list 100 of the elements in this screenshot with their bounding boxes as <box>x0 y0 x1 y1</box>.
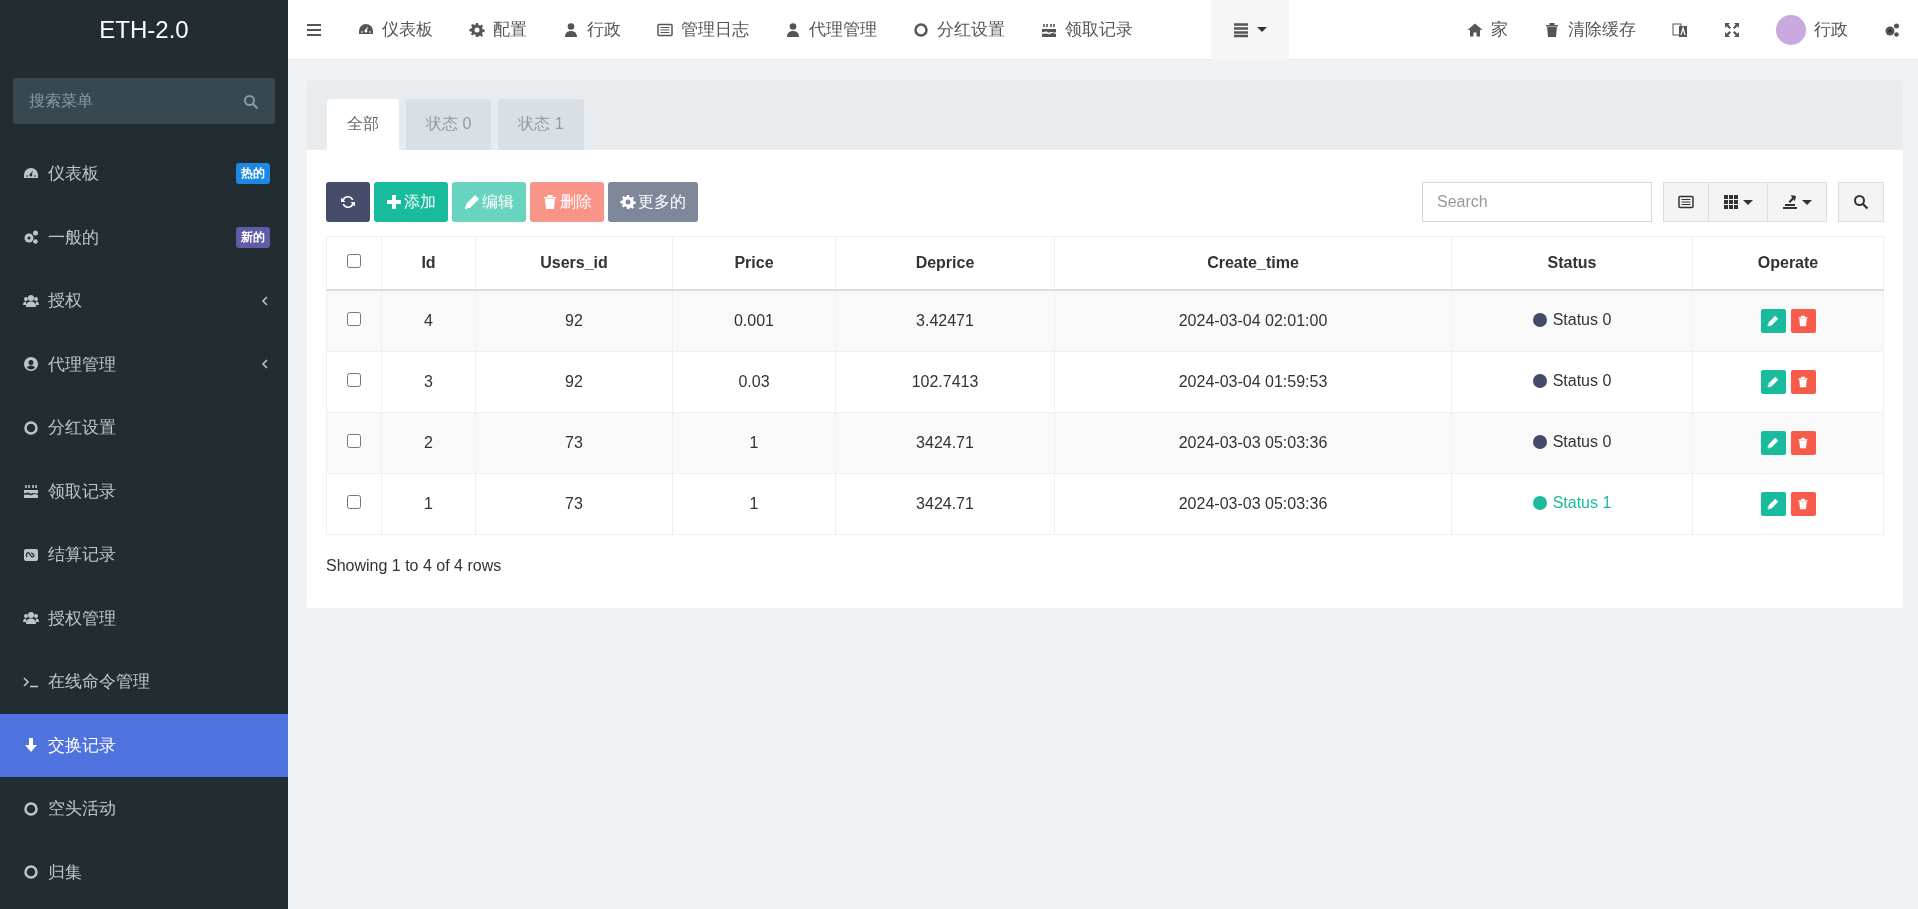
trash-icon <box>1797 315 1809 327</box>
select-all-checkbox[interactable] <box>347 254 361 268</box>
status-label: Status 1 <box>1552 494 1612 512</box>
more-button[interactable]: 更多的 <box>608 182 698 222</box>
cake-icon <box>23 483 39 500</box>
menu-search-field[interactable]: 搜索菜单 <box>13 78 275 124</box>
table-cell: 1 <box>672 412 836 474</box>
trash-icon <box>1797 498 1809 510</box>
table-cell: 0.001 <box>672 290 836 352</box>
edit-row-button[interactable] <box>1760 309 1786 333</box>
status-label: Status 0 <box>1552 372 1612 390</box>
sidebar-item[interactable]: 授权管理 <box>0 586 288 650</box>
table-cell: 92 <box>475 290 673 352</box>
status-label: Status 0 <box>1552 433 1612 451</box>
cake-icon <box>1041 21 1057 38</box>
toggle-view-button[interactable] <box>1663 182 1709 222</box>
edit-row-button[interactable] <box>1760 431 1786 455</box>
sidebar-item[interactable]: 领取记录 <box>0 459 288 523</box>
nav-link[interactable]: 代理管理 <box>767 0 895 60</box>
row-checkbox[interactable] <box>347 495 361 509</box>
delete-row-button[interactable] <box>1790 309 1816 333</box>
table-cell: 73 <box>475 412 673 474</box>
more-menu-button[interactable] <box>1211 0 1289 60</box>
grid-icon <box>1723 194 1739 210</box>
sidebar-item[interactable]: 空头活动 <box>0 777 288 841</box>
nav-link[interactable]: 分红设置 <box>895 0 1023 60</box>
list-icon <box>1233 21 1249 38</box>
home-link[interactable]: 家 <box>1449 0 1526 60</box>
home-icon <box>1467 21 1483 38</box>
table-cell: 2024-03-04 01:59:53 <box>1054 351 1452 413</box>
circle-icon <box>23 864 39 881</box>
clear-cache-link[interactable]: 清除缓存 <box>1526 0 1654 60</box>
pencil-icon <box>1767 315 1779 327</box>
table-cell: 1 <box>381 473 476 535</box>
pencil-icon <box>1767 376 1779 388</box>
pencil-icon <box>1767 498 1779 510</box>
trash-icon <box>1797 437 1809 449</box>
sidebar-item[interactable]: 在线命令管理 <box>0 650 288 714</box>
delete-row-button[interactable] <box>1790 431 1816 455</box>
list-icon <box>657 21 673 38</box>
sidebar-badge: 新的 <box>236 226 270 248</box>
nav-link[interactable]: 配置 <box>451 0 545 60</box>
edit-row-button[interactable] <box>1760 492 1786 516</box>
menu-icon <box>306 21 322 38</box>
export-button[interactable] <box>1768 182 1827 222</box>
delete-row-button[interactable] <box>1790 370 1816 394</box>
translate-icon <box>1672 21 1688 38</box>
download-icon <box>1782 194 1798 210</box>
row-checkbox[interactable] <box>347 312 361 326</box>
circle-icon <box>913 21 929 38</box>
nav-link[interactable]: 行政 <box>545 0 639 60</box>
pencil-icon <box>464 194 480 210</box>
nav-link[interactable]: 仪表板 <box>340 0 451 60</box>
list-icon <box>1678 194 1694 210</box>
trash-icon <box>1797 376 1809 388</box>
table-cell: 0.03 <box>672 351 836 413</box>
sidebar-item[interactable]: 授权 <box>0 269 288 333</box>
table-cell: 102.7413 <box>835 351 1055 413</box>
sidebar-item[interactable]: 一般的 新的 <box>0 205 288 269</box>
user-icon <box>785 21 801 38</box>
table-cell: 3424.71 <box>835 412 1055 474</box>
sidebar-item[interactable]: 结算记录 <box>0 523 288 587</box>
sidebar-item[interactable]: 归集 <box>0 840 288 904</box>
sidebar-item[interactable]: 仪表板 热的 <box>0 142 288 206</box>
delete-row-button[interactable] <box>1790 492 1816 516</box>
sidebar-item[interactable]: 交换记录 <box>0 713 288 777</box>
table-cell: 4 <box>381 290 476 352</box>
search-button[interactable] <box>1838 182 1884 222</box>
nav-link[interactable]: 领取记录 <box>1023 0 1151 60</box>
filter-tab[interactable]: 全部 <box>327 99 399 150</box>
sidebar-item[interactable]: 分红设置 <box>0 396 288 460</box>
sidebar-item[interactable]: 代理管理 <box>0 332 288 396</box>
table-cell: 2024-03-03 05:03:36 <box>1054 473 1452 535</box>
refresh-button[interactable] <box>326 182 370 222</box>
refresh-icon <box>340 194 356 210</box>
row-checkbox[interactable] <box>347 373 361 387</box>
table-cell: 3 <box>381 351 476 413</box>
search-field[interactable]: Search <box>1422 182 1652 222</box>
table-cell: 2024-03-03 05:03:36 <box>1054 412 1452 474</box>
row-checkbox[interactable] <box>347 434 361 448</box>
table-cell: 2 <box>381 412 476 474</box>
user-icon <box>563 21 579 38</box>
users-icon <box>23 292 39 309</box>
search-icon <box>243 94 259 110</box>
circle-icon <box>23 800 39 817</box>
columns-button[interactable] <box>1709 182 1768 222</box>
sidebar-badge: 热的 <box>236 163 270 185</box>
user-menu[interactable]: 行政 <box>1758 0 1866 60</box>
table-cell: 2024-03-04 02:01:00 <box>1054 290 1452 352</box>
arrow-down-icon <box>23 737 39 754</box>
edit-row-button[interactable] <box>1760 370 1786 394</box>
table-cell: 3424.71 <box>835 473 1055 535</box>
table-cell: 3.42471 <box>835 290 1055 352</box>
plus-icon <box>386 194 402 210</box>
trash-icon <box>1544 21 1560 38</box>
nav-link[interactable]: 管理日志 <box>639 0 767 60</box>
pagination-summary: Showing 1 to 4 of 4 rows <box>326 557 503 575</box>
gear-icon <box>620 194 636 210</box>
pencil-icon <box>1767 437 1779 449</box>
status-label: Status 0 <box>1552 311 1612 329</box>
